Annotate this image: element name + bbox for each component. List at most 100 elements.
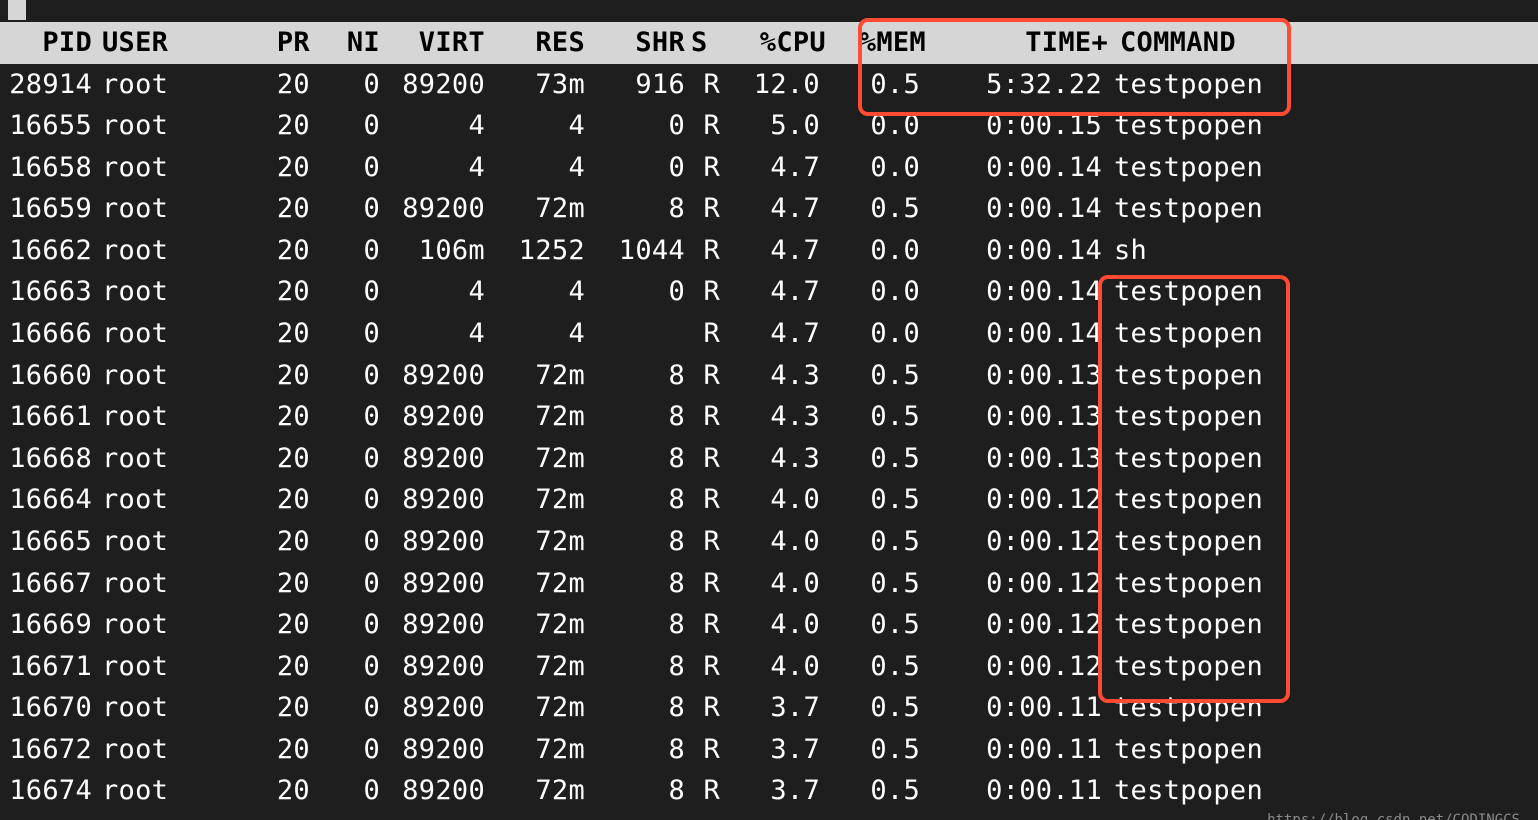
cell-mem: 0.0	[820, 313, 920, 355]
col-cpu[interactable]: %CPU	[726, 22, 826, 64]
table-row[interactable]: 16672root2008920072m8R3.70.50:00.11testp…	[0, 729, 1538, 771]
cell-pr: 20	[232, 521, 310, 563]
cell-res: 72m	[485, 729, 585, 771]
cell-mem: 0.0	[820, 271, 920, 313]
cell-s: R	[685, 147, 720, 189]
cell-user: root	[92, 770, 232, 812]
cell-time: 0:00.14	[920, 188, 1102, 230]
cell-res: 4	[485, 313, 585, 355]
cell-time: 0:00.11	[920, 687, 1102, 729]
table-row[interactable]: 16666root20044R4.70.00:00.14testpopen	[0, 313, 1538, 355]
cell-ni: 0	[310, 687, 380, 729]
cell-mem: 0.5	[820, 687, 920, 729]
cell-res: 72m	[485, 604, 585, 646]
col-virt[interactable]: VIRT	[380, 22, 485, 64]
table-row[interactable]: 16671root2008920072m8R4.00.50:00.12testp…	[0, 646, 1538, 688]
cell-cpu: 4.0	[720, 563, 820, 605]
cell-pid: 16658	[0, 147, 92, 189]
cell-s: R	[685, 313, 720, 355]
cell-cpu: 4.0	[720, 646, 820, 688]
col-shr[interactable]: SHR	[585, 22, 685, 64]
col-cmd[interactable]: COMMAND	[1108, 22, 1538, 64]
cell-virt: 89200	[380, 687, 485, 729]
cell-pid: 16660	[0, 355, 92, 397]
cell-time: 0:00.12	[920, 604, 1102, 646]
cell-user: root	[92, 438, 232, 480]
table-row[interactable]: 16661root2008920072m8R4.30.50:00.13testp…	[0, 396, 1538, 438]
table-row[interactable]: 28914root2008920073m916R12.00.55:32.22te…	[0, 64, 1538, 106]
cell-time: 0:00.13	[920, 438, 1102, 480]
cell-time: 0:00.12	[920, 479, 1102, 521]
cell-res: 1252	[485, 230, 585, 272]
cell-pr: 20	[232, 64, 310, 106]
table-row[interactable]: 16664root2008920072m8R4.00.50:00.12testp…	[0, 479, 1538, 521]
table-row[interactable]: 16663root200440R4.70.00:00.14testpopen	[0, 271, 1538, 313]
terminal[interactable]: PID USER PR NI VIRT RES SHR S %CPU %MEM …	[0, 0, 1538, 820]
table-row[interactable]: 16662root200106m12521044R4.70.00:00.14sh	[0, 230, 1538, 272]
cell-s: R	[685, 729, 720, 771]
cell-pr: 20	[232, 729, 310, 771]
cell-shr: 8	[585, 770, 685, 812]
cell-s: R	[685, 770, 720, 812]
cell-pid: 16669	[0, 604, 92, 646]
table-row[interactable]: 16660root2008920072m8R4.30.50:00.13testp…	[0, 355, 1538, 397]
cell-virt: 89200	[380, 729, 485, 771]
cell-shr: 8	[585, 188, 685, 230]
cell-mem: 0.5	[820, 521, 920, 563]
cell-s: R	[685, 355, 720, 397]
cell-cmd: testpopen	[1102, 105, 1538, 147]
table-row[interactable]: 16658root200440R4.70.00:00.14testpopen	[0, 147, 1538, 189]
cell-user: root	[92, 479, 232, 521]
cell-pid: 16655	[0, 105, 92, 147]
table-row[interactable]: 16670root2008920072m8R3.70.50:00.11testp…	[0, 687, 1538, 729]
cell-s: R	[685, 105, 720, 147]
cell-shr	[585, 313, 685, 355]
cell-cpu: 12.0	[720, 64, 820, 106]
table-row[interactable]: 16655root200440R5.00.00:00.15testpopen	[0, 105, 1538, 147]
cell-ni: 0	[310, 396, 380, 438]
cell-cmd: testpopen	[1102, 646, 1538, 688]
cell-mem: 0.0	[820, 147, 920, 189]
cell-cpu: 4.7	[720, 147, 820, 189]
col-s[interactable]: S	[685, 22, 726, 64]
cell-cpu: 4.7	[720, 230, 820, 272]
cell-shr: 8	[585, 604, 685, 646]
table-row[interactable]: 16668root2008920072m8R4.30.50:00.13testp…	[0, 438, 1538, 480]
cell-virt: 89200	[380, 604, 485, 646]
cell-cmd: testpopen	[1102, 604, 1538, 646]
cell-res: 72m	[485, 687, 585, 729]
cell-mem: 0.5	[820, 479, 920, 521]
cell-res: 72m	[485, 355, 585, 397]
cell-s: R	[685, 230, 720, 272]
cell-cmd: testpopen	[1102, 521, 1538, 563]
cell-ni: 0	[310, 438, 380, 480]
cell-mem: 0.5	[820, 770, 920, 812]
cell-pid: 16667	[0, 563, 92, 605]
table-row[interactable]: 16659root2008920072m8R4.70.50:00.14testp…	[0, 188, 1538, 230]
cell-cmd: testpopen	[1102, 687, 1538, 729]
cell-pr: 20	[232, 188, 310, 230]
cell-cmd: testpopen	[1102, 770, 1538, 812]
col-mem[interactable]: %MEM	[826, 22, 926, 64]
cell-user: root	[92, 147, 232, 189]
cell-pr: 20	[232, 646, 310, 688]
col-user[interactable]: USER	[92, 22, 232, 64]
table-row[interactable]: 16669root2008920072m8R4.00.50:00.12testp…	[0, 604, 1538, 646]
cell-time: 0:00.13	[920, 396, 1102, 438]
col-pid[interactable]: PID	[0, 22, 92, 64]
cell-res: 72m	[485, 563, 585, 605]
col-res[interactable]: RES	[485, 22, 585, 64]
col-pr[interactable]: PR	[232, 22, 310, 64]
table-row[interactable]: 16667root2008920072m8R4.00.50:00.12testp…	[0, 563, 1538, 605]
cell-virt: 89200	[380, 521, 485, 563]
cell-mem: 0.5	[820, 729, 920, 771]
cell-user: root	[92, 687, 232, 729]
cell-cmd: testpopen	[1102, 64, 1538, 106]
table-row[interactable]: 16674root2008920072m8R3.70.50:00.11testp…	[0, 770, 1538, 812]
table-row[interactable]: 16665root2008920072m8R4.00.50:00.12testp…	[0, 521, 1538, 563]
col-ni[interactable]: NI	[310, 22, 380, 64]
col-time[interactable]: TIME+	[926, 22, 1108, 64]
cell-time: 0:00.12	[920, 646, 1102, 688]
cell-user: root	[92, 396, 232, 438]
cell-ni: 0	[310, 313, 380, 355]
